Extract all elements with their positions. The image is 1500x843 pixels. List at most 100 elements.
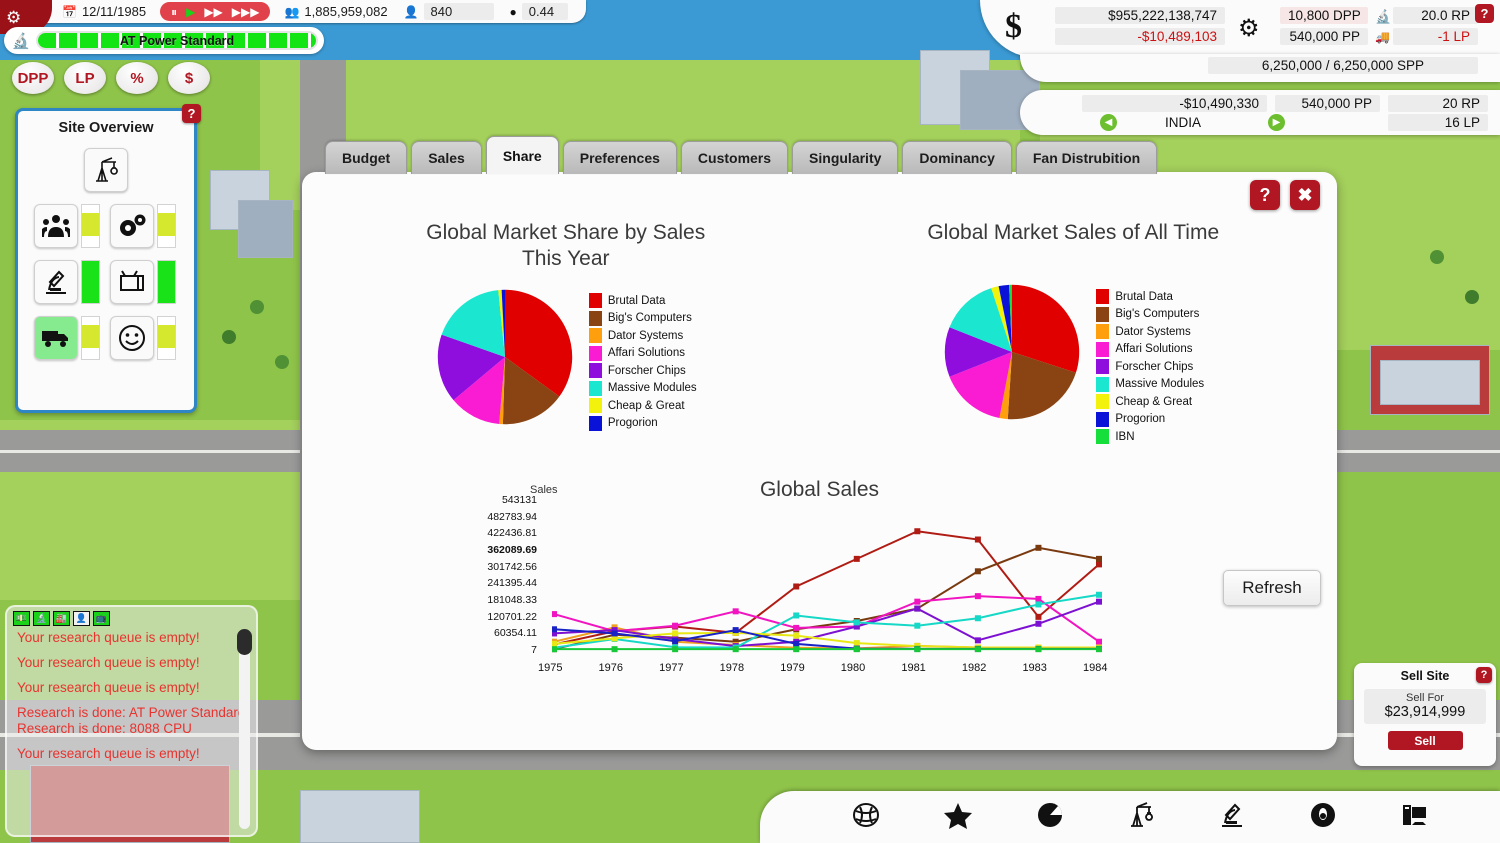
log-scrollbar-thumb[interactable] (237, 629, 252, 655)
x-axis-tick: 1978 (720, 662, 744, 674)
data-point (733, 627, 739, 633)
site-overview-cell-distribution[interactable] (34, 316, 102, 360)
share-dialog: ? ✖ Global Market Share by Sales This Ye… (302, 172, 1337, 750)
microscope-icon-box[interactable] (34, 260, 78, 304)
play-button[interactable]: ▶ (186, 6, 195, 18)
research-filter-icon[interactable]: 🔬 (33, 611, 50, 626)
people-icon-box[interactable] (34, 204, 78, 248)
speed-controls[interactable]: ⏸ ▶ ▶▶ ▶▶▶ (160, 2, 270, 21)
legend-label: Forscher Chips (1115, 361, 1193, 373)
y-axis-tick: 241395.44 (437, 577, 537, 589)
data-point (1096, 592, 1102, 598)
sell-site-panel: ? Sell Site Sell For $23,914,999 Sell (1354, 663, 1496, 766)
data-point (552, 611, 557, 617)
money-filter-icon[interactable]: 💵 (13, 611, 30, 626)
refresh-button[interactable]: Refresh (1223, 570, 1321, 606)
y-axis-tick: 7 (437, 644, 537, 656)
smiley-icon-box[interactable] (110, 316, 154, 360)
microscope-icon[interactable] (1218, 801, 1246, 833)
site-overview-cell-research[interactable] (34, 260, 102, 304)
legend-label: Affari Solutions (1115, 343, 1192, 355)
dpp-button[interactable]: DPP (12, 62, 54, 94)
tab-customers[interactable]: Customers (681, 141, 788, 174)
date-display: 📅 12/11/1985 (54, 3, 154, 20)
research-progress-bar[interactable]: 🔬 AT Power Standard (4, 27, 324, 54)
site-overview-cell-marketing[interactable] (110, 260, 178, 304)
smiley-icon (118, 324, 146, 352)
tab-sales[interactable]: Sales (411, 141, 482, 174)
crane-icon[interactable] (1127, 801, 1155, 833)
pie-1-graphic (435, 287, 575, 427)
star-icon[interactable] (943, 801, 973, 833)
data-point (733, 608, 739, 614)
y-axis-tick: 482783.94 (437, 511, 537, 523)
tab-singularity[interactable]: Singularity (792, 141, 898, 174)
data-point (914, 599, 920, 605)
marketing-filter-icon[interactable]: 📺 (93, 611, 110, 626)
legend-item: Cheap & Great (589, 398, 697, 415)
sell-site-title: Sell Site (1354, 669, 1496, 683)
pause-button[interactable]: ⏸ (171, 6, 177, 18)
tab-fan-distribution[interactable]: Fan Distrubition (1016, 141, 1157, 174)
site-overview-cell-people[interactable] (34, 204, 102, 248)
site-overview-cell-satisfaction[interactable] (110, 316, 178, 360)
dollar-button[interactable]: $ (168, 62, 210, 94)
tree (222, 330, 236, 344)
pie-chart-all-time: Global Market Sales of All Time Brutal D… (820, 220, 1328, 445)
pie-chart-icon[interactable] (1036, 801, 1064, 833)
legend-swatch (589, 346, 602, 361)
legend-swatch (589, 311, 602, 326)
legend-item: Affari Solutions (589, 345, 697, 362)
help-icon[interactable]: ? (182, 104, 201, 123)
sell-button[interactable]: Sell (1388, 731, 1463, 750)
fastest-forward-button[interactable]: ▶▶▶ (232, 6, 260, 18)
rp-value: 20.0 RP (1393, 7, 1478, 24)
sell-price-field: Sell For $23,914,999 (1364, 689, 1486, 724)
data-point (1035, 621, 1041, 627)
legend-label: Cheap & Great (608, 400, 685, 412)
factory-filter-icon[interactable]: 🏭 (53, 611, 70, 626)
legend-item: Big's Computers (589, 310, 697, 327)
site-overview-cell-production[interactable] (110, 204, 178, 248)
legend-label: Dator Systems (608, 330, 683, 342)
y-axis-tick: 60354.11 (437, 627, 537, 639)
world-map-icon[interactable] (852, 801, 880, 833)
satisfaction-level-bar (157, 316, 176, 360)
help-icon[interactable]: ? (1250, 180, 1280, 210)
disc-icon[interactable] (1309, 801, 1337, 833)
log-scrollbar[interactable] (239, 629, 250, 829)
data-point (793, 583, 799, 589)
computer-icon[interactable] (1400, 801, 1428, 833)
data-point (552, 641, 557, 647)
help-icon[interactable]: ? (1476, 667, 1492, 683)
tab-preferences[interactable]: Preferences (563, 141, 677, 174)
data-point (793, 641, 799, 647)
gears-icon-box[interactable] (110, 204, 154, 248)
legend-item: Affari Solutions (1096, 341, 1204, 358)
percent-button[interactable]: % (116, 62, 158, 94)
legend-label: Big's Computers (1115, 308, 1199, 320)
lp-button[interactable]: LP (64, 62, 106, 94)
research-progress-track: AT Power Standard (36, 31, 318, 50)
data-point (975, 537, 981, 543)
population-value: 1,885,959,082 (304, 4, 387, 19)
television-icon-box[interactable] (110, 260, 154, 304)
dollar-icon: $ (1005, 8, 1022, 46)
tab-budget[interactable]: Budget (325, 141, 407, 174)
gears-icon[interactable]: ⚙ (1238, 14, 1260, 43)
build-crane-button[interactable] (84, 148, 128, 192)
truck-icon-box[interactable] (34, 316, 78, 360)
chevron-right-icon[interactable]: ▶ (1268, 114, 1285, 131)
profit-value: -$10,489,103 (1055, 28, 1225, 45)
employees-display: 👤 840 (396, 3, 502, 20)
tab-dominancy[interactable]: Dominancy (902, 141, 1011, 174)
tab-share[interactable]: Share (486, 136, 559, 174)
data-point (793, 633, 799, 639)
close-icon[interactable]: ✖ (1290, 180, 1320, 210)
legend-swatch (1096, 429, 1109, 444)
chevron-left-icon[interactable]: ◀ (1100, 114, 1117, 131)
legend-item: Dator Systems (589, 328, 697, 345)
help-icon[interactable]: ? (1475, 4, 1494, 23)
employee-filter-icon[interactable]: 👤 (73, 611, 90, 626)
fast-forward-button[interactable]: ▶▶ (204, 6, 222, 18)
